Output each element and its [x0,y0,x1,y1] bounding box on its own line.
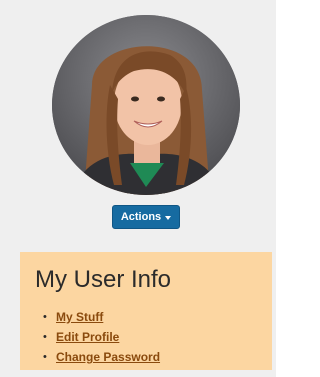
my-user-info-title: My User Info [35,266,172,293]
caret-down-icon [165,215,172,220]
list-item: • Edit Profile [43,328,160,348]
my-stuff-link[interactable]: My Stuff [56,310,103,324]
user-info-links: • My Stuff • Edit Profile • Change Passw… [43,308,160,368]
profile-photo-image [52,15,240,195]
profile-panel: Actions My User Info • My Stuff • Edit P… [0,0,276,377]
bullet-icon: • [43,351,47,363]
profile-photo [52,15,240,195]
list-item: • Change Password [43,348,160,368]
list-item: • My Stuff [43,308,160,328]
actions-button[interactable]: Actions [112,205,180,229]
actions-button-label: Actions [120,211,162,223]
edit-profile-link[interactable]: Edit Profile [56,330,119,344]
my-user-info-box: My User Info • My Stuff • Edit Profile •… [20,252,272,370]
change-password-link[interactable]: Change Password [56,350,160,364]
bullet-icon: • [43,311,47,323]
bullet-icon: • [43,331,47,343]
